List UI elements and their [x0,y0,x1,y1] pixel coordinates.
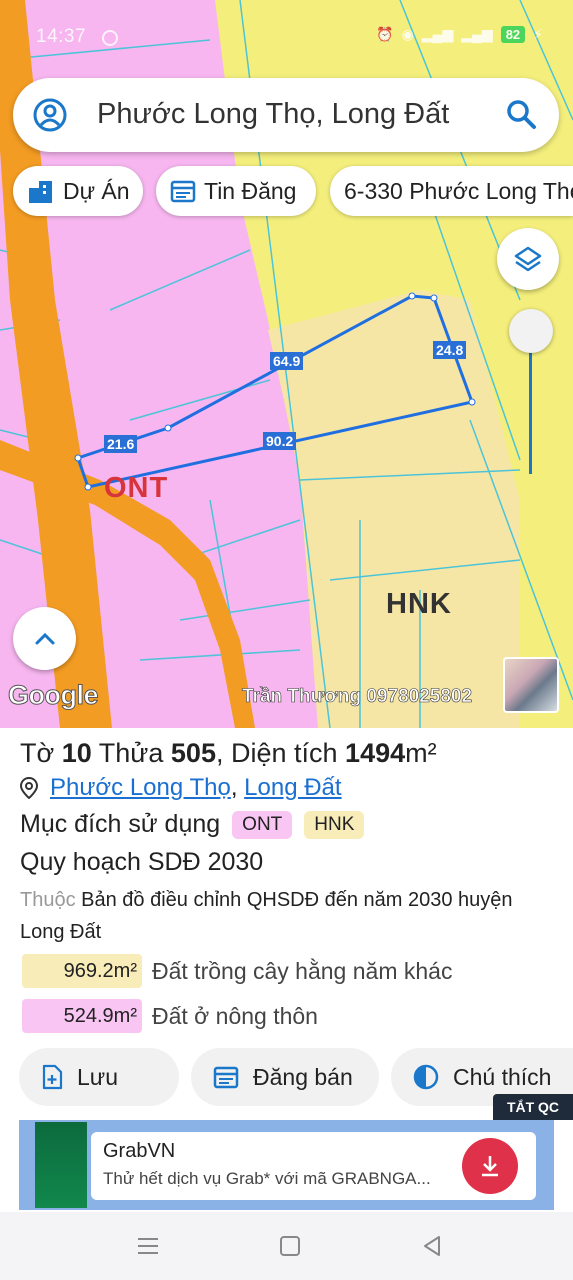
plot-number: 505 [170,738,216,768]
ad-description: Thử hết dịch vụ Grab* với mã GRABNGA... [103,1169,431,1188]
layers-icon [514,246,542,272]
plan-source: Thuộc Bản đồ điều chỉnh QHSDĐ đến năm 20… [20,884,550,948]
status-icons: ⏰ ◉ ▂▄▆ ▂▄▆ 82 ⚡ [376,26,543,43]
battery-indicator: 82 [500,26,526,43]
system-nav-bar [0,1212,573,1280]
location-pin-icon [20,777,38,799]
sheet-number: 10 [61,738,92,768]
chip-label: 6-330 Phước Long Thọ [344,177,573,204]
area-unit: m² [405,738,437,768]
listing-icon [170,180,196,203]
expand-button[interactable] [13,607,76,670]
charging-icon: ⚡ [533,26,543,42]
area-desc: Đất trồng cây hằng năm khác [152,957,453,984]
status-time: 14:37 [36,26,87,47]
signal-icon: ▂▄▆ [421,26,454,42]
ad-image [35,1122,87,1208]
opacity-slider-handle[interactable] [509,309,553,353]
account-icon[interactable] [33,98,67,132]
legend-label: Chú thích [453,1063,552,1090]
save-button[interactable]: Lưu [19,1048,179,1106]
dimension-label: 21.6 [104,435,138,453]
area-value-box: 524.9m² [22,999,142,1033]
close-ad-button[interactable]: TẮT QC [493,1094,573,1120]
commune-link[interactable]: Phước Long Thọ [50,774,231,802]
purpose-tag-ont: ONT [232,810,293,839]
status-bar: 14:37 ⏰ ◉ ▂▄▆ ▂▄▆ 82 ⚡ [0,22,573,52]
download-icon [482,1156,498,1177]
area-row: 969.2m² Đất trồng cây hằng năm khác [22,954,452,988]
home-icon[interactable] [278,1234,302,1258]
address-chip[interactable]: 6-330 Phước Long Thọ [330,166,573,216]
menu-icon[interactable] [136,1234,160,1258]
street-photo-thumbnail[interactable] [503,657,559,713]
area-label: , Diện tích [215,738,338,768]
parcel-title: Tờ 10 Thửa 505, Diện tích 1494m² [20,738,437,769]
dimension-label: 90.2 [263,432,297,450]
back-icon[interactable] [420,1234,444,1258]
location-icon: ◉ [401,26,414,42]
chip-label: Dự Án [63,177,130,204]
contrast-icon [413,1064,439,1090]
purpose-tag-hnk: HNK [304,810,365,839]
google-logo: Google [8,680,100,711]
post-sale-button[interactable]: Đăng bán [191,1048,379,1106]
dimension-label: 24.8 [433,341,467,359]
map-view[interactable]: ONT HNK 21.6 64.9 24.8 90.2 14:37 ⏰ ◉ ▂▄… [0,0,573,728]
ad-card[interactable]: GrabVN Thử hết dịch vụ Grab* với mã GRAB… [91,1132,536,1200]
dimension-label: 64.9 [270,352,304,370]
zone-label-hnk: HNK [386,588,452,620]
plan-title: Quy hoạch SDĐ 2030 [20,848,264,876]
parcel-info-panel: Tờ 10 Thửa 505, Diện tích 1494m² Phước L… [0,728,573,1128]
chevron-up-icon [35,632,54,644]
project-chip[interactable]: Dự Án [13,166,143,216]
area-row: 524.9m² Đất ở nông thôn [22,999,318,1033]
belongs-text: Bản đồ điều chỉnh QHSDĐ đến năm 2030 huy… [20,889,513,943]
plot-label: Thửa [98,738,164,768]
sheet-label: Tờ [20,738,55,768]
listing-icon [213,1066,239,1089]
chip-label: Tin Đăng [204,177,297,204]
parcel-location: Phước Long Thọ, Long Đất [20,774,342,802]
search-input[interactable]: Phước Long Thọ, Long Đất [97,98,449,131]
ad-banner[interactable]: GrabVN Thử hết dịch vụ Grab* với mã GRAB… [19,1120,554,1210]
purpose-label: Mục đích sử dụng [20,810,221,838]
alarm-icon: ⏰ [376,26,394,42]
land-use-row: Mục đích sử dụng ONT HNK [20,810,365,839]
building-icon [29,181,52,203]
download-button[interactable] [462,1138,518,1194]
district-link[interactable]: Long Đất [244,774,341,802]
separator: , [230,774,245,801]
signal-icon: ▂▄▆ [461,26,493,42]
belongs-label: Thuộc [20,889,76,911]
listing-chip[interactable]: Tin Đăng [156,166,316,216]
watermark: Trần Thương 0978025802 [242,686,473,708]
ad-title: GrabVN [103,1140,176,1162]
layers-button[interactable] [497,228,559,290]
search-icon[interactable] [505,98,537,130]
post-sale-label: Đăng bán [253,1063,353,1090]
add-file-icon [42,1064,63,1090]
zone-label-ont: ONT [104,472,169,504]
save-label: Lưu [77,1063,118,1090]
area-value-box: 969.2m² [22,954,142,988]
notification-icon [102,30,118,46]
area-desc: Đất ở nông thôn [152,1002,318,1029]
area-value: 1494 [345,738,406,768]
search-bar[interactable]: Phước Long Thọ, Long Đất [13,78,559,152]
